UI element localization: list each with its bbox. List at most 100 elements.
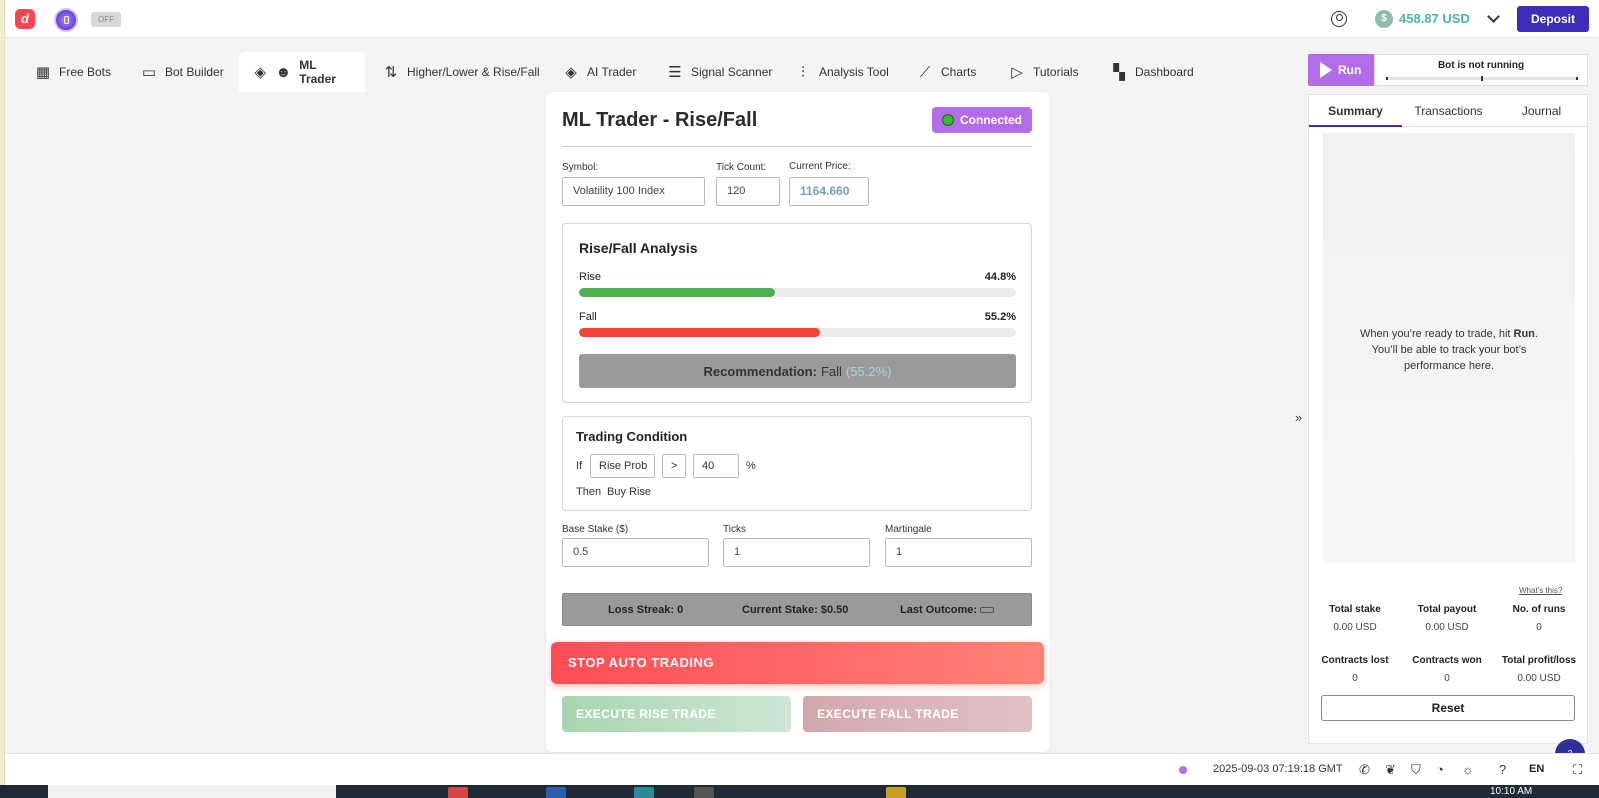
execute-rise-trade-button[interactable]: EXECUTE RISE TRADE [562,696,791,732]
deposit-button[interactable]: Deposit [1517,6,1589,32]
user-account-icon[interactable] [1331,11,1347,27]
fall-progress-bar [579,328,1016,337]
action-select[interactable]: Buy Rise [607,486,651,498]
theme-sun-icon[interactable]: ☼ [1462,762,1474,777]
stat-total-payout: Total payout 0.00 USD [1417,604,1477,633]
stat-contracts-won: Contracts won 0 [1412,655,1482,684]
grid-plus-icon: ▦ [35,64,51,81]
tab-bot-builder[interactable]: ▭ Bot Builder [127,52,238,92]
recommendation-label: Recommendation: [703,363,817,379]
tab-analysis-tool[interactable]: ⫶ Analysis Tool [781,52,903,92]
language-selector[interactable]: EN [1529,763,1544,775]
trading-condition-panel: Trading Condition If Rise Prob > 40 % Th… [562,416,1032,511]
arrows-updown-icon: ⇅ [384,64,398,81]
base-stake-label: Base Stake ($) [562,524,629,535]
rise-label: Rise [579,271,602,283]
run-summary-panel: Summary Transactions Journal When you’re… [1308,94,1588,744]
outcome-placeholder-icon [980,607,995,614]
help-icon[interactable]: ? [1499,762,1506,777]
fullscreen-icon[interactable]: ⛶ [1573,762,1582,778]
panel-expand-icon[interactable]: » [1295,410,1302,425]
recommendation-percent: (55.2%) [845,363,892,379]
tab-ml-trader[interactable]: ◈ ☻ ML Trader [239,52,365,92]
leaf-icon[interactable]: ❦ [1385,762,1396,778]
tab-transactions[interactable]: Transactions [1402,95,1495,127]
bot-face-icon: ☻ [275,63,292,81]
then-label: Then [576,486,602,498]
app-logo[interactable]: d [15,9,35,29]
threshold-input[interactable]: 40 [693,454,739,478]
tab-label: ML Trader [299,58,336,86]
last-outcome-label: Last Outcome: [900,604,978,616]
martingale-input[interactable]: 1 [885,538,1032,567]
tab-signal-scanner[interactable]: ☰ Signal Scanner [653,52,786,92]
tab-tutorials[interactable]: ▷ Tutorials [995,52,1093,92]
connection-dot-icon [1179,766,1187,774]
video-icon: ▷ [1011,64,1023,81]
tab-charts[interactable]: ⟋ Charts [903,52,990,92]
tab-dashboard[interactable]: ▚ Dashboard [1097,52,1208,92]
current-price-value: 1164.660 [789,177,869,206]
account-balance[interactable]: 458.87 USD [1399,11,1470,26]
taskbar-app-icon[interactable] [448,787,468,798]
base-stake-input[interactable]: 0.5 [562,538,709,567]
play-icon [1320,62,1332,78]
stop-auto-trading-button[interactable]: STOP AUTO TRADING [551,642,1044,684]
metric-select[interactable]: Rise Prob [590,454,655,478]
whats-this-link[interactable]: What's this? [1519,586,1562,595]
shield-icon[interactable]: ⛉ [1411,762,1421,778]
rise-fall-analysis-panel: Rise/Fall Analysis Rise 44.8% Fall 55.2%… [562,223,1032,403]
run-button[interactable]: Run [1308,54,1374,86]
bot-status-text: Bot is not running [1437,60,1525,71]
off-toggle[interactable]: OFF [91,12,121,27]
if-label: If [576,460,583,472]
rise-percentage: 44.8% [984,271,1016,283]
tab-label: Higher/Lower & Rise/Fall [407,65,540,79]
ml-trader-card: ML Trader - Rise/Fall Connected Symbol: … [546,92,1050,752]
tab-label: Analysis Tool [819,65,889,79]
taskbar-search[interactable] [48,785,336,798]
summary-empty-state: When you’re ready to trade, hit Run. You’… [1323,133,1575,563]
stat-contracts-lost: Contracts lost 0 [1321,655,1389,684]
stat-total-stake: Total stake 0.00 USD [1329,604,1381,633]
connection-status-button[interactable]: Connected [932,107,1032,133]
currency-coin-icon: $ [1375,10,1393,28]
system-clock: 10:10 AM [1490,786,1533,797]
tab-ai-trader[interactable]: ◈ AI Trader [549,52,650,92]
taskbar-app-icon[interactable] [634,787,654,798]
tab-free-bots[interactable]: ▦ Free Bots [21,52,125,92]
tab-journal[interactable]: Journal [1495,95,1588,127]
bot-status-track [1386,76,1578,81]
run-label: Run [1338,63,1362,77]
tab-label: Signal Scanner [691,65,773,79]
status-footer: 2025-09-03 07:19:18 GMT ✆ ❦ ⛉ ◔ ☼ ? EN ⛶ [5,753,1599,785]
list-icon: ☰ [668,64,682,81]
tab-label: Dashboard [1135,65,1194,79]
tick-count-input[interactable]: 120 [716,177,780,206]
trade-status-strip: Loss Streak: 0 Current Stake: $0.50 Last… [562,593,1032,626]
reset-button[interactable]: Reset [1321,695,1575,721]
whatsapp-icon[interactable]: ✆ [1359,762,1370,778]
tab-higher-lower-rise-fall[interactable]: ⇅ Higher/Lower & Rise/Fall [369,52,554,92]
chevron-down-icon[interactable] [1487,10,1500,23]
rise-progress-fill [579,288,775,297]
recommendation-value: Fall [820,363,842,379]
ticks-label: Ticks [723,524,746,535]
fall-percentage: 55.2% [984,311,1016,323]
taskbar-app-icon[interactable] [694,787,714,798]
unit-label: % [746,460,756,472]
os-taskbar: 10:10 AM [0,785,1599,798]
operator-select[interactable]: > [662,454,686,478]
taskbar-app-icon[interactable] [886,787,906,798]
tab-summary[interactable]: Summary [1309,95,1402,127]
loss-streak: Loss Streak: 0 [608,604,684,616]
bot-badge-icon[interactable] [54,8,78,32]
execute-fall-trade-button[interactable]: EXECUTE FALL TRADE [803,696,1032,732]
speedometer-icon[interactable]: ◔ [1436,762,1444,777]
ticks-input[interactable]: 1 [723,538,870,567]
tab-label: AI Trader [587,65,637,79]
tab-label: Bot Builder [165,65,224,79]
taskbar-app-icon[interactable] [546,787,566,798]
app-window: d OFF $ 458.87 USD Deposit ▦ Free Bots ▭… [4,0,1599,785]
symbol-select[interactable]: Volatility 100 Index [562,177,705,206]
